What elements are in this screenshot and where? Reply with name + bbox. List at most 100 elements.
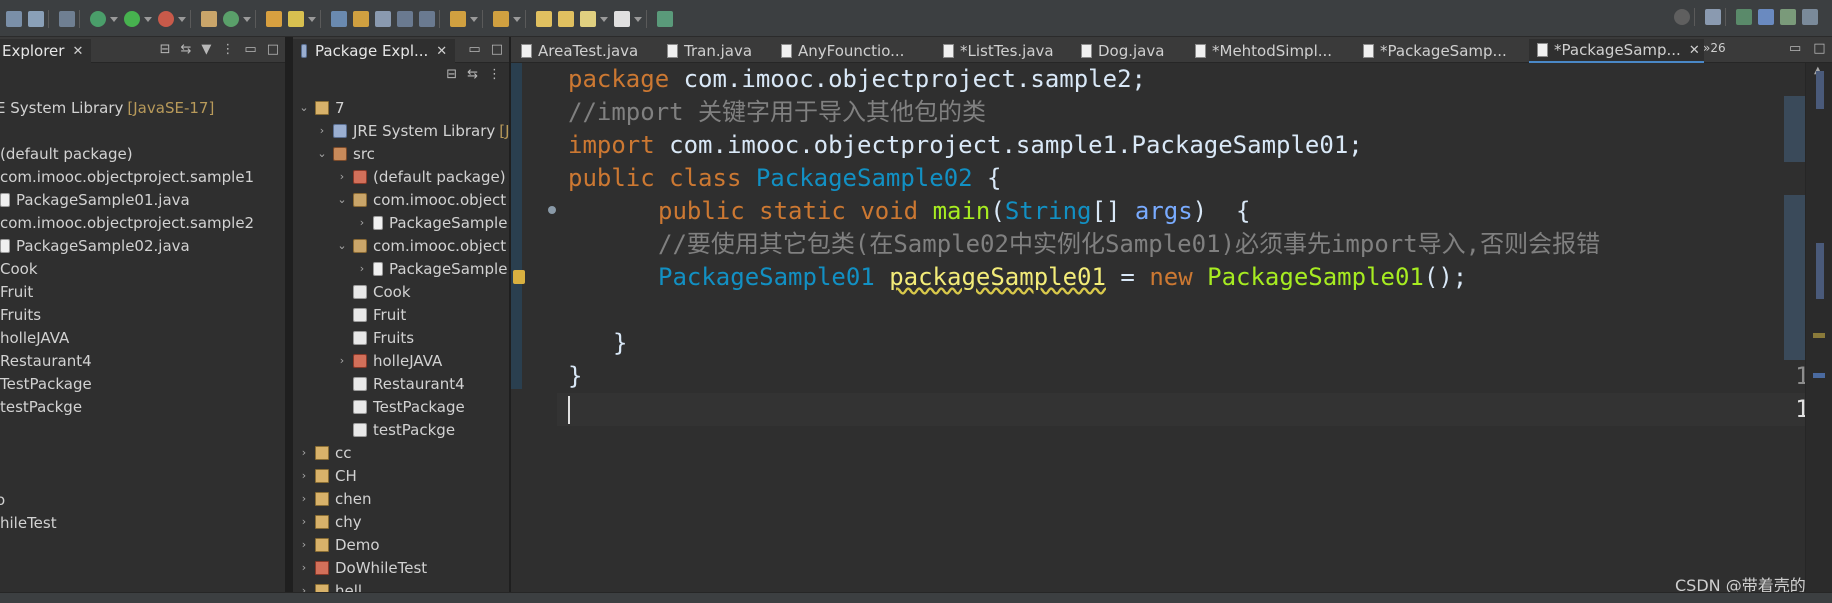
- chevron-right-icon[interactable]: ›: [297, 557, 311, 579]
- whitespace-icon[interactable]: [397, 11, 413, 27]
- tree-item[interactable]: Cook: [0, 258, 38, 280]
- chevron-down-icon[interactable]: ⌄: [297, 97, 311, 119]
- chevron-down-icon[interactable]: ⌄: [335, 235, 349, 257]
- java-ee-perspective-icon[interactable]: [1736, 9, 1752, 25]
- tree-item[interactable]: testPackge: [0, 396, 82, 418]
- tree-item[interactable]: TestPackage: [353, 396, 465, 418]
- open-console-icon[interactable]: [657, 11, 673, 27]
- overview-ruler[interactable]: ▲: [1805, 63, 1832, 603]
- close-icon[interactable]: ✕: [1689, 43, 1700, 58]
- tree-item[interactable]: o: [0, 489, 5, 511]
- run-icon[interactable]: [124, 11, 140, 27]
- chevron-right-icon[interactable]: ›: [315, 120, 329, 142]
- chevron-right-icon[interactable]: ›: [297, 442, 311, 464]
- tree-item[interactable]: Fruits: [353, 327, 414, 349]
- chevron-down-icon[interactable]: [600, 16, 608, 22]
- maximize-icon[interactable]: □: [267, 42, 279, 57]
- tree-item-project[interactable]: › chen: [297, 488, 372, 510]
- external-tools-icon[interactable]: [158, 11, 174, 27]
- chevron-right-icon[interactable]: ›: [355, 212, 369, 234]
- view-menu-icon[interactable]: ⋮: [221, 42, 234, 57]
- tree-item[interactable]: ⌄ com.imooc.object: [335, 189, 506, 211]
- tab-explorer[interactable]: Explorer ✕: [0, 39, 92, 63]
- pilcrow-icon[interactable]: [419, 11, 435, 27]
- tree-item-project[interactable]: › DoWhileTest: [297, 557, 427, 579]
- tree-item[interactable]: PackageSample02.java: [0, 235, 190, 257]
- view-menu-icon[interactable]: ⋮: [488, 67, 501, 82]
- save-all-icon[interactable]: [59, 11, 75, 27]
- new-class-icon[interactable]: [223, 11, 239, 27]
- code-area[interactable]: package com.imooc.objectproject.sample2;…: [568, 63, 1600, 390]
- tree-item[interactable]: hileTest: [0, 512, 57, 534]
- collapse-all-icon[interactable]: ⊟: [160, 42, 171, 57]
- tree-item[interactable]: › PackageSample: [355, 212, 508, 234]
- variable-warning[interactable]: packageSample01: [889, 263, 1106, 291]
- back-icon[interactable]: [580, 11, 596, 27]
- chevron-down-icon[interactable]: [513, 16, 521, 22]
- next-annotation-icon[interactable]: [450, 11, 466, 27]
- search-icon[interactable]: [288, 11, 304, 27]
- forward-icon[interactable]: [614, 11, 630, 27]
- toggle-mark-icon[interactable]: [331, 11, 347, 27]
- tree-item[interactable]: TestPackage: [0, 373, 92, 395]
- tab-areatest[interactable]: AreaTest.java: [521, 39, 638, 63]
- scroll-thumb[interactable]: [1816, 71, 1824, 109]
- tree-item[interactable]: Cook: [353, 281, 411, 303]
- forward-edit-icon[interactable]: [558, 11, 574, 27]
- maximize-icon[interactable]: □: [491, 42, 503, 57]
- open-type-icon[interactable]: [266, 11, 282, 27]
- tree-item-project[interactable]: ⌄ 7: [297, 97, 344, 119]
- more-tabs-button[interactable]: »26: [1703, 41, 1726, 55]
- new-icon[interactable]: [6, 11, 22, 27]
- panel-splitter[interactable]: [285, 37, 293, 603]
- git-perspective-icon[interactable]: [1802, 9, 1818, 25]
- last-edit-icon[interactable]: [536, 11, 552, 27]
- link-editor-icon[interactable]: ⇆: [467, 67, 478, 82]
- override-marker-icon[interactable]: [548, 206, 556, 214]
- minimize-icon[interactable]: ▭: [468, 42, 480, 57]
- highlight-icon[interactable]: [353, 11, 369, 27]
- minimize-icon[interactable]: ▭: [244, 42, 256, 57]
- tree-item[interactable]: (default package): [0, 143, 133, 165]
- chevron-down-icon[interactable]: [144, 16, 152, 22]
- tab-packagesample01[interactable]: *PackageSamp...: [1363, 39, 1507, 63]
- open-perspective-icon[interactable]: [1705, 9, 1721, 25]
- tab-packagesample02[interactable]: *PackageSamp... ✕: [1529, 39, 1704, 63]
- tree-item[interactable]: testPackge: [353, 419, 455, 441]
- tree-item[interactable]: holleJAVA: [0, 327, 69, 349]
- prev-annotation-icon[interactable]: [493, 11, 509, 27]
- scroll-thumb-region[interactable]: [1816, 243, 1824, 299]
- tree-item-project[interactable]: › Demo: [297, 534, 380, 556]
- tree-item-project[interactable]: › CH: [297, 465, 357, 487]
- filter-icon[interactable]: ▼: [201, 42, 211, 57]
- chevron-down-icon[interactable]: ⌄: [335, 189, 349, 211]
- chevron-right-icon[interactable]: ›: [297, 534, 311, 556]
- tree-item[interactable]: com.imooc.objectproject.sample1: [0, 166, 254, 188]
- close-icon[interactable]: ✕: [72, 44, 83, 59]
- tree-item[interactable]: › holleJAVA: [335, 350, 442, 372]
- tree-item-project[interactable]: › cc: [297, 442, 352, 464]
- debug-perspective-icon[interactable]: [1780, 9, 1796, 25]
- tree-item[interactable]: Fruit: [0, 281, 33, 303]
- tree-item[interactable]: Restaurant4: [0, 350, 92, 372]
- tree-item[interactable]: › (default package): [335, 166, 506, 188]
- close-icon[interactable]: ✕: [436, 44, 447, 59]
- tab-tran[interactable]: Tran.java: [667, 39, 752, 63]
- tree-item[interactable]: Fruits: [0, 304, 41, 326]
- chevron-right-icon[interactable]: ›: [297, 465, 311, 487]
- maximize-icon[interactable]: □: [1813, 41, 1825, 56]
- tab-dog[interactable]: Dog.java: [1081, 39, 1164, 63]
- tab-anyfounction[interactable]: AnyFounctio...: [781, 39, 904, 63]
- tree-item-jre[interactable]: › JRE System Library [J: [315, 120, 509, 142]
- save-icon[interactable]: [28, 11, 44, 27]
- chevron-right-icon[interactable]: ›: [335, 166, 349, 188]
- occurrence-marker[interactable]: [1813, 373, 1825, 378]
- chevron-down-icon[interactable]: [110, 16, 118, 22]
- warning-marker[interactable]: [1813, 333, 1825, 338]
- chevron-right-icon[interactable]: ›: [335, 350, 349, 372]
- chevron-right-icon[interactable]: ›: [297, 488, 311, 510]
- tree-item[interactable]: › PackageSample: [355, 258, 508, 280]
- chevron-down-icon[interactable]: [634, 16, 642, 22]
- new-package-icon[interactable]: [201, 11, 217, 27]
- tree-item[interactable]: Fruit: [353, 304, 406, 326]
